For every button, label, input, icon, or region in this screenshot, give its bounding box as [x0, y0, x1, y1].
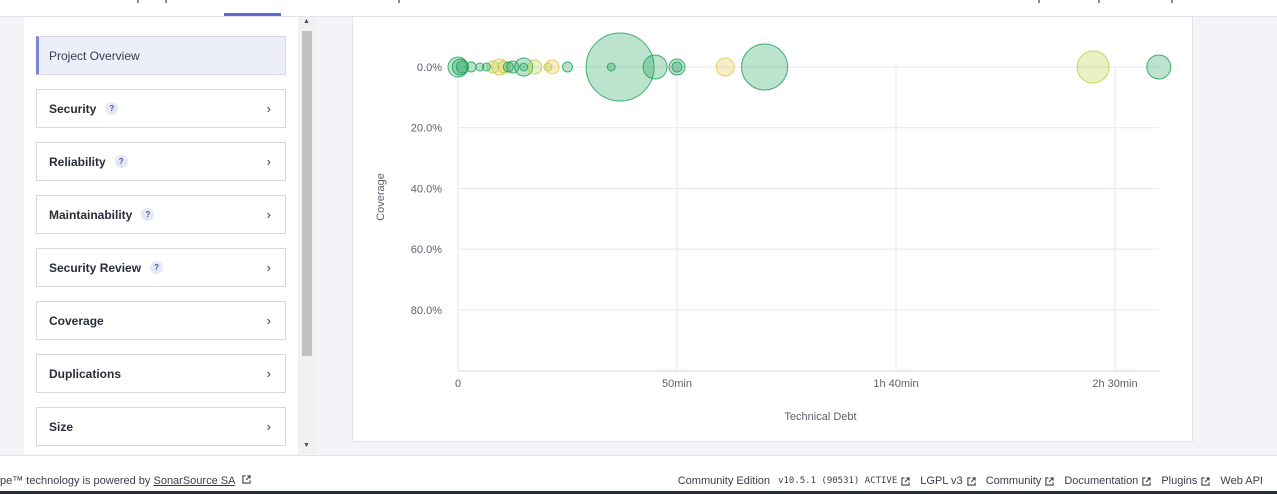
chart-bubble[interactable]	[465, 61, 477, 73]
y-tick-label: 20.0%	[411, 123, 442, 135]
nav-item-label: Security	[49, 101, 97, 116]
tab-edge-mark	[1098, 0, 1100, 3]
y-tick-label: 0.0%	[417, 62, 442, 74]
footer-plugins-link[interactable]: Plugins	[1161, 475, 1211, 487]
footer-license-text: LGPL v3	[920, 475, 963, 487]
help-icon[interactable]: ?	[141, 208, 155, 221]
external-link-icon	[1142, 476, 1151, 486]
nav-item-label: Duplications	[49, 366, 122, 381]
nav-item-coverage[interactable]: Coverage ›	[36, 301, 286, 340]
footer-webapi-link[interactable]: Web API	[1220, 475, 1263, 487]
chart-bubble[interactable]	[671, 61, 683, 73]
y-tick-label: 80.0%	[411, 305, 442, 317]
chart-bubble[interactable]	[606, 62, 616, 72]
x-tick-label: 1h 40min	[873, 378, 918, 390]
x-axis-title: Technical Debt	[784, 411, 856, 423]
tab-edge-mark	[398, 0, 400, 3]
footer-plugins-text: Plugins	[1161, 475, 1198, 487]
chart-bubble[interactable]	[562, 61, 573, 73]
chart-bubble[interactable]	[481, 62, 491, 72]
tab-edge-mark	[1038, 0, 1040, 3]
chevron-right-icon: ›	[266, 154, 271, 169]
y-axis-title: Coverage	[375, 173, 387, 221]
active-tab-indicator	[224, 13, 281, 16]
chevron-right-icon: ›	[266, 366, 271, 381]
bubble-chart-card: 0.0% 20.0% 40.0% 60.0% 80.0% 0 50min 1h 40min 2h…	[352, 17, 1193, 442]
external-link-icon	[1045, 476, 1054, 486]
nav-item-label: Size	[49, 419, 74, 434]
footer-edition: Community Edition	[677, 475, 771, 487]
footer-documentation-text: Documentation	[1064, 475, 1139, 487]
tab-edge-mark	[1171, 0, 1173, 3]
x-tick-label: 0	[455, 378, 461, 390]
nav-item-label: Project Overview	[49, 48, 140, 63]
nav-item-maintainability[interactable]: Maintainability? ›	[36, 195, 286, 234]
footer-community-link[interactable]: Community	[986, 475, 1055, 487]
nav-item-security-review[interactable]: Security Review? ›	[36, 248, 286, 287]
x-tick-label: 50min	[662, 378, 692, 390]
nav-item-label: Reliability	[49, 154, 106, 169]
bubble-chart: 0.0% 20.0% 40.0% 60.0% 80.0% 0 50min 1h 40min 2h…	[375, 32, 1172, 423]
nav-item-label: Coverage	[49, 313, 104, 328]
external-link-icon	[967, 476, 976, 486]
measures-sidebar: Project Overview Security? › Reliability? › M…	[24, 17, 315, 454]
nav-item-size[interactable]: Size ›	[36, 407, 286, 446]
footer-powered-text: pe™ technology is powered by	[0, 475, 154, 487]
footer-powered-by: pe™ technology is powered by SonarSource…	[0, 475, 251, 487]
scroll-up-arrow-icon[interactable]: ▲	[300, 17, 313, 27]
sidebar-scroll-thumb[interactable]	[302, 31, 312, 356]
footer-version-text: v10.5.1 (90531) ACTIVE	[778, 476, 898, 486]
nav-item-label: Maintainability	[49, 207, 133, 222]
footer-license-link[interactable]: LGPL v3	[920, 475, 976, 487]
chart-bubble[interactable]	[715, 57, 735, 77]
y-tick-label: 40.0%	[411, 183, 442, 195]
tab-edge-mark	[165, 0, 167, 3]
chart-bubble[interactable]	[741, 43, 789, 91]
chart-bubble[interactable]	[519, 62, 529, 72]
footer-links: Community Edition v10.5.1 (90531) ACTIVE…	[668, 475, 1263, 487]
nav-item-security[interactable]: Security? ›	[36, 89, 286, 128]
external-link-icon	[1201, 476, 1211, 486]
external-link-icon	[242, 475, 251, 484]
chart-bubble[interactable]	[1076, 50, 1110, 84]
footer-version[interactable]: v10.5.1 (90531) ACTIVE	[778, 475, 910, 487]
chevron-right-icon: ›	[266, 419, 271, 434]
nav-item-project-overview[interactable]: Project Overview	[36, 36, 286, 75]
chart-bubble[interactable]	[642, 54, 668, 80]
nav-item-reliability[interactable]: Reliability? ›	[36, 142, 286, 181]
page-footer: pe™ technology is powered by SonarSource…	[0, 455, 1277, 492]
help-icon[interactable]: ?	[150, 261, 164, 274]
sonarsource-link[interactable]: SonarSource SA	[153, 475, 234, 487]
chart-bubble[interactable]	[527, 59, 543, 75]
chart-bubble[interactable]	[502, 61, 514, 73]
help-icon[interactable]: ?	[114, 155, 128, 168]
footer-community-text: Community	[985, 475, 1042, 487]
x-tick-label: 2h 30min	[1092, 378, 1137, 390]
chart-bubble[interactable]	[543, 62, 553, 72]
chevron-right-icon: ›	[266, 313, 271, 328]
footer-documentation-link[interactable]: Documentation	[1064, 475, 1151, 487]
scroll-down-arrow-icon[interactable]: ▼	[300, 441, 313, 451]
chevron-right-icon: ›	[266, 260, 271, 275]
chevron-right-icon: ›	[266, 207, 271, 222]
y-tick-label: 60.0%	[411, 244, 442, 256]
external-link-icon	[901, 476, 910, 486]
tab-edge-mark	[137, 0, 139, 3]
top-navigation-bar	[0, 0, 1277, 17]
nav-item-duplications[interactable]: Duplications ›	[36, 354, 286, 393]
help-icon[interactable]: ?	[105, 102, 119, 115]
chart-bubble[interactable]	[1146, 54, 1172, 80]
chevron-right-icon: ›	[266, 101, 271, 116]
nav-item-label: Security Review	[49, 260, 142, 275]
